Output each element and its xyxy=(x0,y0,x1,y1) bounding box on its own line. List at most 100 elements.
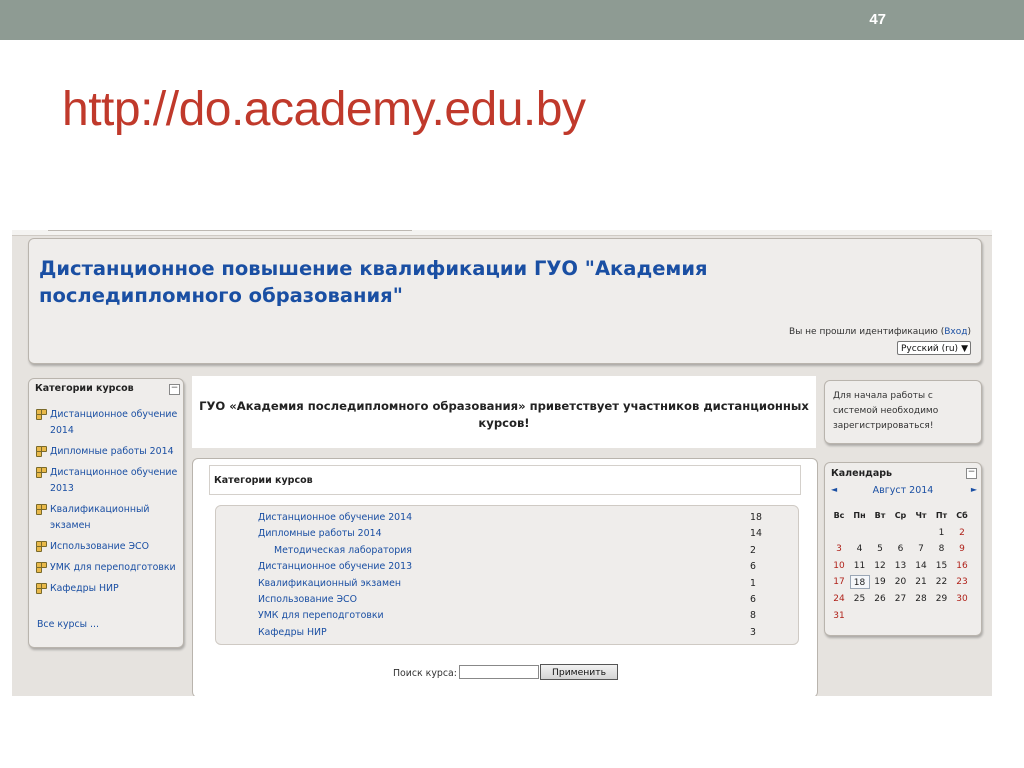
table-row: Методическая лаборатория 2 xyxy=(216,543,798,559)
collapse-icon[interactable]: − xyxy=(169,384,180,395)
category-label: Использование ЭСО xyxy=(50,541,149,552)
category-item[interactable]: Кафедры НИР xyxy=(35,581,181,597)
calendar-day[interactable]: 20 xyxy=(891,575,911,589)
folder-icon xyxy=(36,446,47,457)
calendar-day[interactable]: 8 xyxy=(932,542,952,556)
calendar-day[interactable]: 9 xyxy=(952,542,972,556)
category-item[interactable]: Использование ЭСО xyxy=(35,539,181,555)
calendar-day[interactable]: 29 xyxy=(932,592,952,606)
table-row: УМК для переподготовки 8 xyxy=(216,608,798,624)
folder-icon xyxy=(36,562,47,573)
calendar-day[interactable]: 16 xyxy=(952,559,972,573)
language-select[interactable]: Русский (ru) ▼ xyxy=(897,341,971,355)
login-link[interactable]: Вход xyxy=(944,327,967,337)
calendar-day-today[interactable]: 18 xyxy=(849,575,870,590)
login-text: Вы не прошли идентификацию ( xyxy=(789,327,945,337)
course-count: 14 xyxy=(750,528,762,540)
category-item[interactable]: Дистанционное обучение 2014 xyxy=(35,407,181,439)
calendar-day[interactable]: 19 xyxy=(870,575,890,589)
calendar-day[interactable]: 2 xyxy=(952,526,972,540)
folder-icon xyxy=(36,504,47,515)
course-search: Поиск курса: Применить xyxy=(193,664,817,683)
weekday-header: Сб xyxy=(956,511,968,520)
course-count: 18 xyxy=(750,512,762,523)
calendar-day[interactable]: 14 xyxy=(911,559,931,573)
calendar-day[interactable]: 31 xyxy=(829,609,849,623)
folder-icon xyxy=(36,583,47,594)
folder-icon xyxy=(36,467,47,478)
calendar-day[interactable]: 13 xyxy=(891,559,911,573)
weekday-header: Вт xyxy=(874,511,886,520)
calendar-day[interactable]: 25 xyxy=(850,592,870,606)
calendar-day[interactable]: 23 xyxy=(952,575,972,589)
course-categories-header: Категории курсов xyxy=(209,465,801,495)
apply-button[interactable]: Применить xyxy=(540,664,618,680)
calendar-day[interactable]: 22 xyxy=(932,575,952,589)
weekday-header: Ср xyxy=(894,511,907,520)
collapse-icon[interactable]: − xyxy=(966,468,977,479)
table-row: Дистанционное обучение 2014 18 xyxy=(216,510,798,526)
registration-note-text: Для начала работы с системой необходимо … xyxy=(833,391,939,431)
category-name-link[interactable]: Квалификационный экзамен xyxy=(258,578,401,589)
table-row: Кафедры НИР 3 xyxy=(216,625,798,641)
calendar-day[interactable]: 26 xyxy=(870,592,890,606)
category-list: Дистанционное обучение 2014 Дипломные раб… xyxy=(35,407,181,602)
category-item[interactable]: Дипломные работы 2014 xyxy=(35,444,181,460)
calendar-day[interactable]: 7 xyxy=(911,542,931,556)
category-label: Дистанционное обучение 2013 xyxy=(50,467,178,494)
calendar-title: Календарь xyxy=(831,468,893,479)
weekday-header: Чт xyxy=(915,511,927,520)
course-count: 8 xyxy=(750,610,756,622)
category-name-link[interactable]: Дипломные работы 2014 xyxy=(258,528,382,539)
welcome-text: ГУО «Академия последипломного образовани… xyxy=(199,399,809,430)
calendar-day[interactable]: 27 xyxy=(891,592,911,606)
calendar-day[interactable]: 6 xyxy=(891,542,911,556)
next-month-icon[interactable]: ► xyxy=(971,485,977,494)
calendar-day[interactable]: 15 xyxy=(932,559,952,573)
category-name-link[interactable]: Использование ЭСО xyxy=(258,594,357,605)
calendar-day[interactable]: 5 xyxy=(870,542,890,556)
all-courses-link[interactable]: Все курсы ... xyxy=(37,619,99,630)
calendar-day[interactable]: 11 xyxy=(850,559,870,573)
category-label: Дистанционное обучение 2014 xyxy=(50,409,178,436)
calendar-day[interactable]: 28 xyxy=(911,592,931,606)
calendar-day[interactable]: 30 xyxy=(952,592,972,606)
browser-top-edge xyxy=(12,230,992,236)
weekday-header: Вс xyxy=(833,511,845,520)
calendar-month[interactable]: Август 2014 xyxy=(825,485,981,496)
category-item[interactable]: Квалификационный экзамен xyxy=(35,502,181,534)
category-item[interactable]: УМК для переподготовки xyxy=(35,560,181,576)
category-label: Квалификационный экзамен xyxy=(50,504,150,531)
site-name: Дистанционное повышение квалификации ГУО… xyxy=(39,257,708,307)
category-name-link[interactable]: Методическая лаборатория xyxy=(274,545,412,556)
category-label: Дипломные работы 2014 xyxy=(50,446,174,457)
calendar-day[interactable]: 17 xyxy=(829,575,849,589)
table-row: Дистанционное обучение 2013 6 xyxy=(216,559,798,575)
category-name-link[interactable]: Дистанционное обучение 2013 xyxy=(258,561,412,572)
calendar-day[interactable]: 3 xyxy=(829,542,849,556)
calendar-day[interactable]: 1 xyxy=(932,526,952,540)
website-screenshot: Дистанционное повышение квалификации ГУО… xyxy=(12,230,992,696)
welcome-panel: ГУО «Академия последипломного образовани… xyxy=(192,376,816,448)
calendar-month-nav: ◄ Август 2014 ► xyxy=(825,485,981,499)
login-close: ) xyxy=(967,327,971,337)
calendar-day[interactable]: 12 xyxy=(870,559,890,573)
table-row: Квалификационный экзамен 1 xyxy=(216,576,798,592)
table-row: Дипломные работы 2014 14 xyxy=(216,526,798,542)
category-label: Кафедры НИР xyxy=(50,583,119,594)
slide-number: 47 xyxy=(869,11,886,28)
calendar-day[interactable]: 21 xyxy=(911,575,931,589)
chevron-down-icon: ▼ xyxy=(961,344,968,354)
slide-top-bar: 47 xyxy=(0,0,1024,40)
category-name-link[interactable]: Дистанционное обучение 2014 xyxy=(258,512,412,523)
calendar-day[interactable]: 4 xyxy=(850,542,870,556)
search-input[interactable] xyxy=(459,665,539,679)
calendar-day[interactable]: 10 xyxy=(829,559,849,573)
category-item[interactable]: Дистанционное обучение 2013 xyxy=(35,465,181,497)
category-name-link[interactable]: Кафедры НИР xyxy=(258,627,327,638)
course-count: 6 xyxy=(750,561,756,573)
category-label: УМК для переподготовки xyxy=(50,562,176,573)
calendar-day[interactable]: 24 xyxy=(829,592,849,606)
course-count: 6 xyxy=(750,594,756,605)
category-name-link[interactable]: УМК для переподготовки xyxy=(258,610,384,621)
